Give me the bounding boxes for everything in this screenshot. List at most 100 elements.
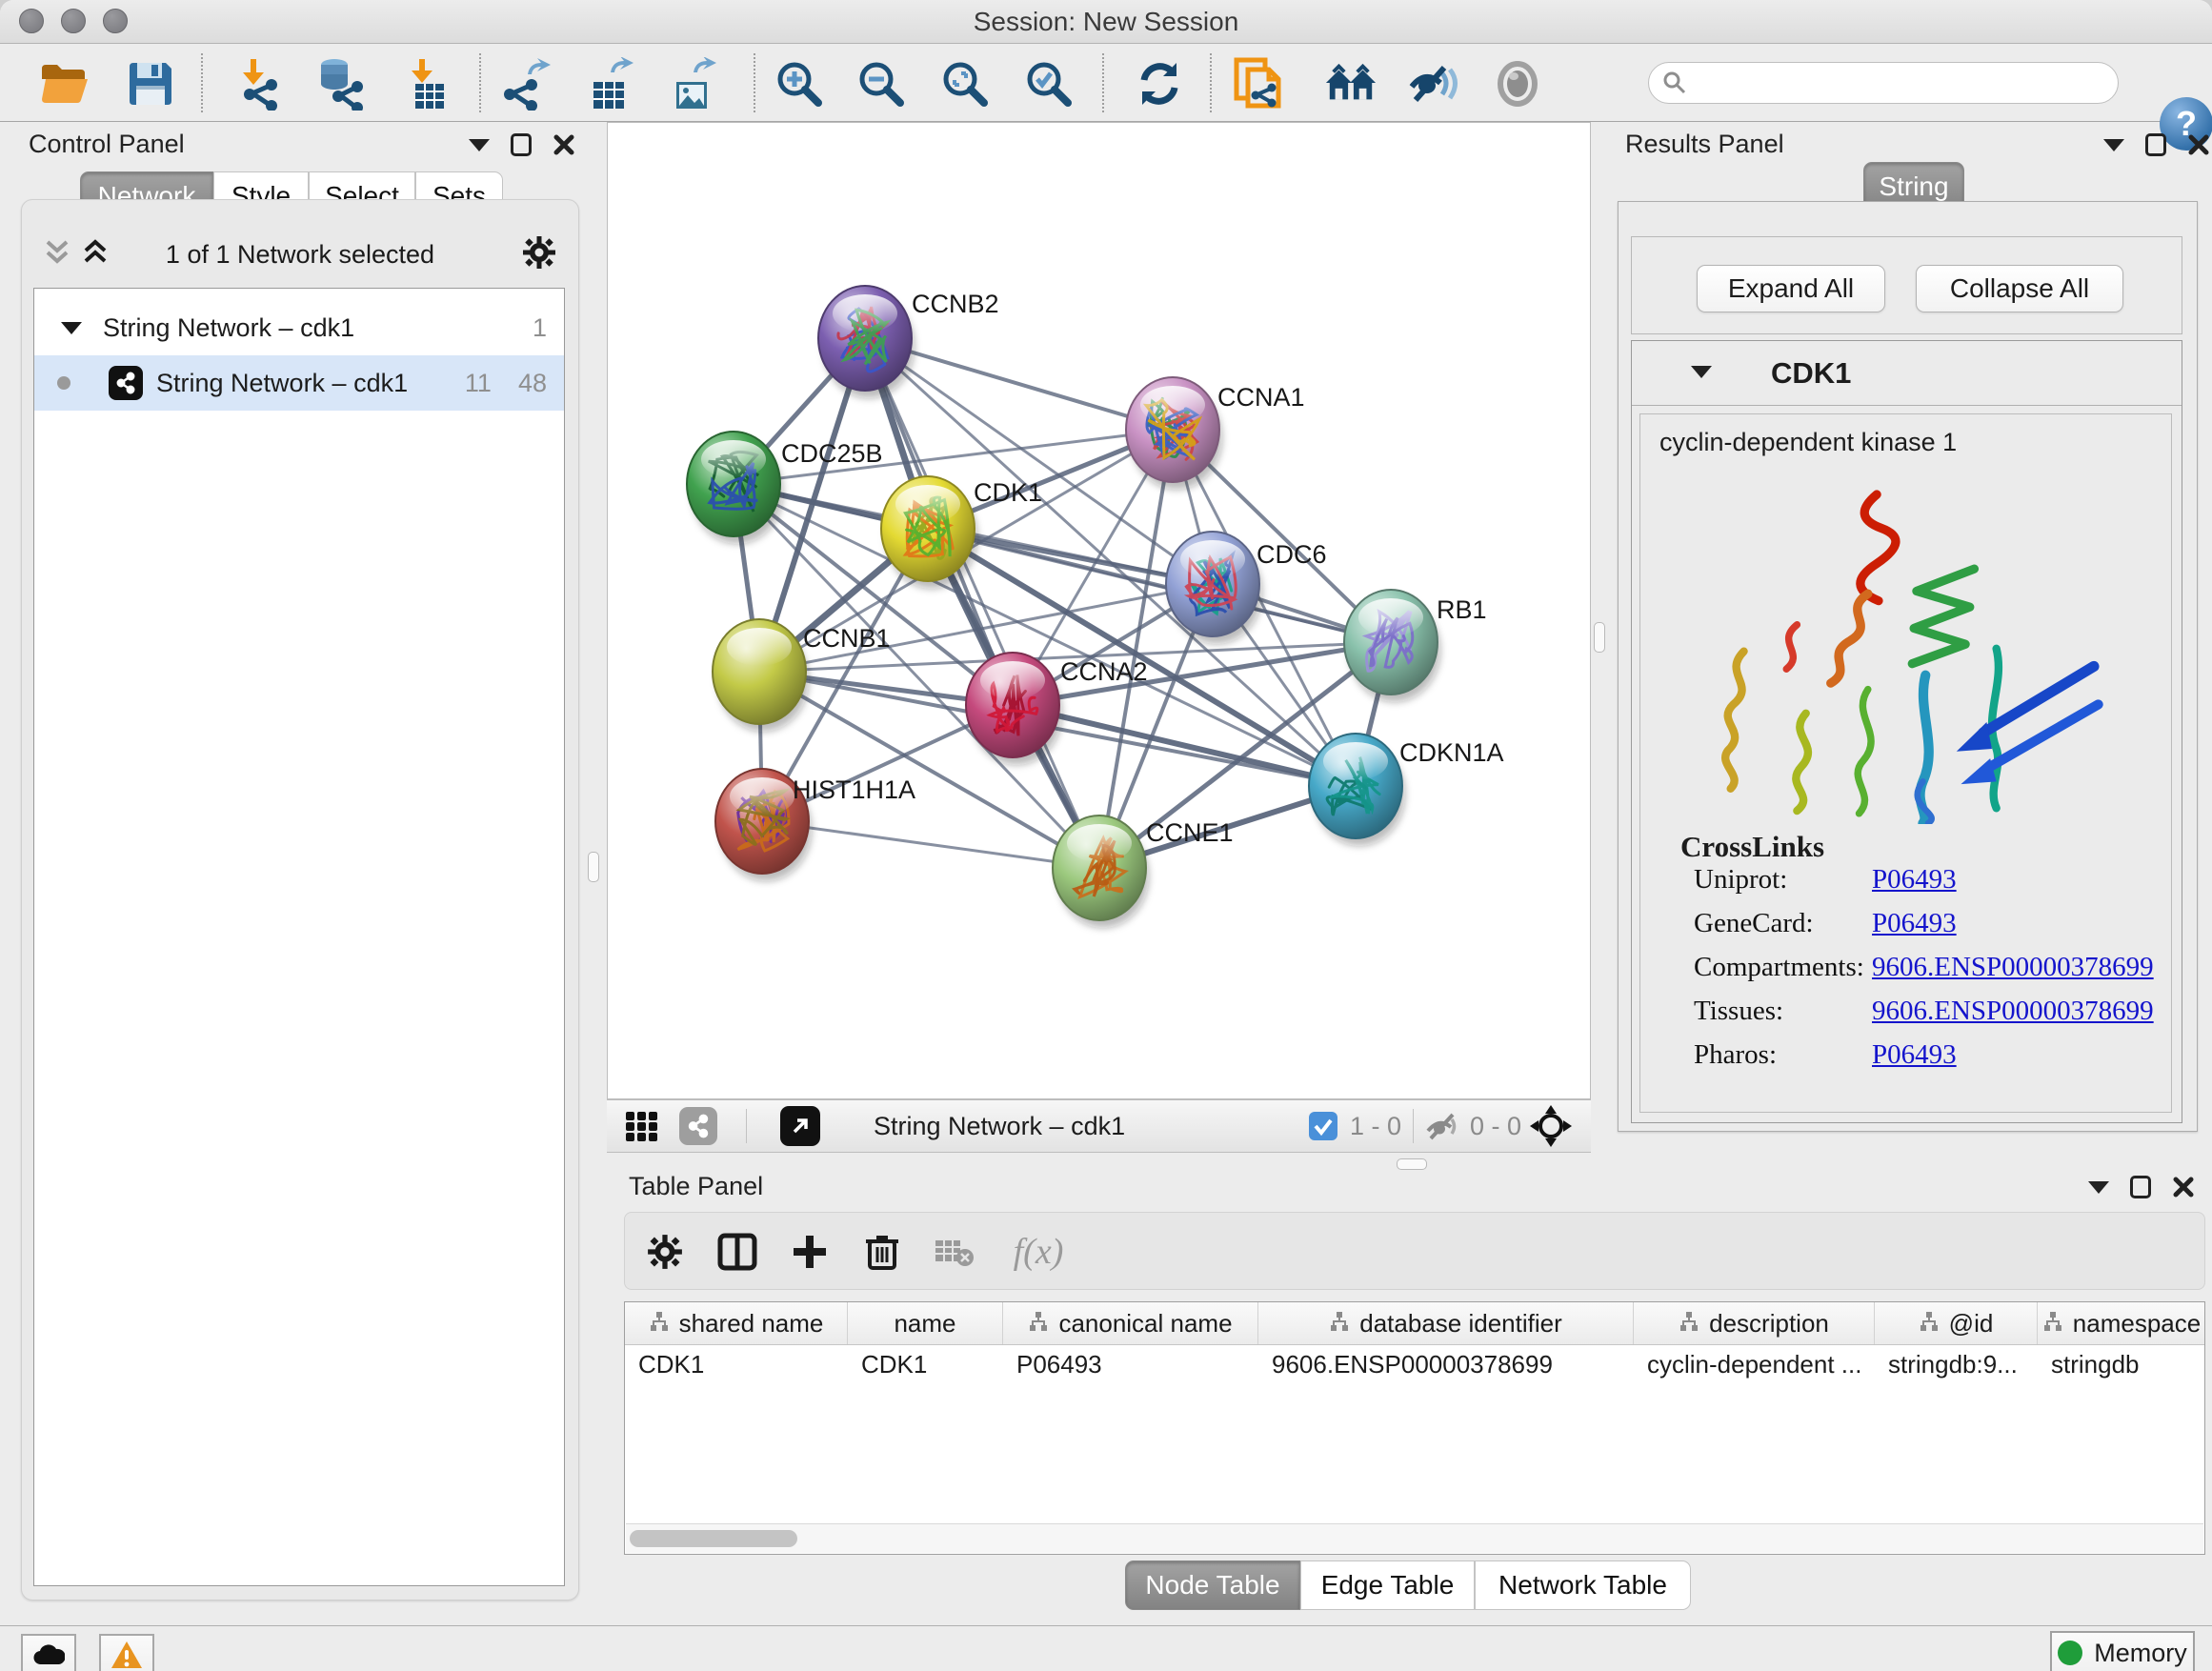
gray-sphere-icon[interactable] bbox=[1491, 57, 1544, 111]
search-input[interactable] bbox=[1687, 68, 2091, 99]
table-column-header[interactable]: shared name bbox=[625, 1302, 848, 1344]
network-row-selected[interactable]: String Network – cdk1 11 48 bbox=[34, 355, 564, 411]
selected-checkbox-icon[interactable] bbox=[1308, 1100, 1338, 1152]
table-column-header[interactable]: @id bbox=[1875, 1302, 2038, 1344]
node-label: CCNA2 bbox=[1060, 657, 1148, 686]
network-node[interactable] bbox=[1344, 590, 1440, 702]
column-header-label: shared name bbox=[679, 1309, 824, 1339]
table-tabs: Node Table Edge Table Network Table bbox=[1125, 1560, 1691, 1612]
toolbar-separator bbox=[201, 53, 203, 112]
node-label: CDK1 bbox=[974, 478, 1042, 507]
network-node[interactable] bbox=[1126, 377, 1222, 490]
zoom-selected-icon[interactable] bbox=[1022, 57, 1076, 111]
network-node[interactable] bbox=[818, 286, 915, 398]
hidden-counts: 0 - 0 bbox=[1470, 1100, 1521, 1152]
crosslink-link[interactable]: P06493 bbox=[1872, 908, 1957, 939]
panel-close-icon[interactable] bbox=[2172, 1176, 2195, 1198]
zoom-fit-icon[interactable] bbox=[938, 57, 992, 111]
zoom-in-icon[interactable] bbox=[773, 57, 826, 111]
panel-menu-icon[interactable] bbox=[2088, 1181, 2109, 1194]
network-node[interactable] bbox=[713, 619, 809, 732]
table-row[interactable]: CDK1CDK1P064939606.ENSP00000378699cyclin… bbox=[625, 1344, 2205, 1384]
import-network-database-icon[interactable] bbox=[313, 57, 367, 111]
show-columns-icon[interactable] bbox=[714, 1229, 760, 1275]
table-column-header[interactable]: canonical name bbox=[1003, 1302, 1258, 1344]
table-column-header[interactable]: database identifier bbox=[1258, 1302, 1634, 1344]
network-canvas[interactable]: CCNB2CCNA1CDC25BCDK1CDC6RB1CCNB1CCNA2CDK… bbox=[607, 122, 1591, 1099]
network-share-icon[interactable] bbox=[679, 1100, 717, 1152]
expand-all-button[interactable]: Expand All bbox=[1697, 265, 1885, 312]
memory-status-icon bbox=[2058, 1641, 2082, 1665]
table-column-header[interactable]: name bbox=[848, 1302, 1003, 1344]
warning-button[interactable] bbox=[99, 1634, 154, 1671]
grid-view-icon[interactable] bbox=[624, 1100, 660, 1152]
cloud-icon bbox=[32, 1643, 65, 1666]
zoom-out-icon[interactable] bbox=[855, 57, 908, 111]
table-column-header[interactable]: description bbox=[1634, 1302, 1875, 1344]
open-session-icon[interactable] bbox=[38, 57, 91, 111]
delete-column-icon[interactable] bbox=[859, 1229, 905, 1275]
network-edge[interactable] bbox=[1013, 705, 1356, 786]
table-gear-icon[interactable] bbox=[642, 1229, 688, 1275]
node-label: RB1 bbox=[1437, 595, 1487, 624]
export-table-icon[interactable] bbox=[583, 57, 636, 111]
network-node[interactable] bbox=[687, 432, 783, 544]
search-icon bbox=[1662, 70, 1687, 95]
panel-float-icon[interactable] bbox=[2130, 1176, 2151, 1198]
gear-icon[interactable] bbox=[521, 234, 557, 271]
panel-close-icon[interactable] bbox=[2187, 133, 2210, 156]
crosslink-link[interactable]: 9606.ENSP00000378699 bbox=[1872, 996, 2154, 1027]
network-node[interactable] bbox=[966, 653, 1062, 765]
panel-float-icon[interactable] bbox=[2145, 133, 2166, 156]
bottom-splitter-handle[interactable] bbox=[1397, 1158, 1427, 1170]
section-collapse-icon[interactable] bbox=[1691, 366, 1712, 378]
function-builder-icon[interactable]: f(x) bbox=[1000, 1229, 1076, 1275]
network-node[interactable] bbox=[1053, 815, 1149, 928]
warning-icon bbox=[111, 1641, 143, 1669]
panel-menu-icon[interactable] bbox=[469, 139, 490, 151]
toolbar-separator bbox=[1413, 1109, 1414, 1143]
tree-expand-icon[interactable] bbox=[61, 322, 82, 334]
hidden-eye-icon[interactable] bbox=[1424, 1100, 1462, 1152]
table-column-header[interactable]: namespace bbox=[2038, 1302, 2205, 1344]
open-in-window-icon[interactable] bbox=[780, 1100, 820, 1152]
crosslink-link[interactable]: P06493 bbox=[1872, 1039, 1957, 1071]
crosslink-link[interactable]: 9606.ENSP00000378699 bbox=[1872, 952, 2154, 983]
refresh-icon[interactable] bbox=[1133, 57, 1186, 111]
tab-network-table[interactable]: Network Table bbox=[1475, 1560, 1691, 1610]
network-selection-status: 1 of 1 Network selected bbox=[22, 240, 578, 270]
search-field[interactable] bbox=[1648, 62, 2119, 104]
tab-node-table[interactable]: Node Table bbox=[1125, 1560, 1300, 1610]
tab-edge-table[interactable]: Edge Table bbox=[1300, 1560, 1475, 1610]
memory-button[interactable]: Memory bbox=[2050, 1631, 2195, 1671]
network-node[interactable] bbox=[881, 476, 977, 589]
panel-float-icon[interactable] bbox=[511, 133, 532, 156]
left-splitter-handle[interactable] bbox=[588, 852, 599, 882]
cloud-button[interactable] bbox=[21, 1634, 76, 1671]
import-table-file-icon[interactable] bbox=[401, 57, 454, 111]
export-image-icon[interactable] bbox=[666, 57, 719, 111]
network-edge[interactable] bbox=[762, 821, 1099, 868]
export-network-icon[interactable] bbox=[500, 57, 553, 111]
collapse-all-button[interactable]: Collapse All bbox=[1916, 265, 2123, 312]
import-network-file-icon[interactable] bbox=[232, 57, 286, 111]
panel-menu-icon[interactable] bbox=[2103, 139, 2124, 151]
network-view-toolbar: String Network – cdk1 1 - 0 0 - 0 bbox=[607, 1099, 1591, 1153]
birds-eye-crosshair-icon[interactable] bbox=[1529, 1100, 1573, 1152]
clone-network-icon[interactable] bbox=[1233, 57, 1286, 111]
table-cell: 9606.ENSP00000378699 bbox=[1258, 1344, 1634, 1384]
expand-collapse-bar: Expand All Collapse All bbox=[1631, 236, 2182, 334]
delete-table-icon[interactable] bbox=[932, 1229, 977, 1275]
save-session-icon[interactable] bbox=[124, 57, 177, 111]
scrollbar-thumb[interactable] bbox=[630, 1530, 797, 1547]
hide-show-eye-icon[interactable] bbox=[1406, 57, 1459, 111]
crosslink-link[interactable]: P06493 bbox=[1872, 864, 1957, 896]
network-view-title: String Network – cdk1 bbox=[874, 1100, 1125, 1152]
string-homes-icon[interactable] bbox=[1324, 57, 1377, 111]
add-column-icon[interactable] bbox=[787, 1229, 833, 1275]
network-collection-row[interactable]: String Network – cdk1 1 bbox=[34, 300, 564, 355]
network-node[interactable] bbox=[1309, 734, 1405, 846]
column-type-icon bbox=[2042, 1309, 2063, 1339]
panel-close-icon[interactable] bbox=[553, 133, 575, 156]
protein-section-header[interactable]: CDK1 bbox=[1632, 341, 2182, 406]
